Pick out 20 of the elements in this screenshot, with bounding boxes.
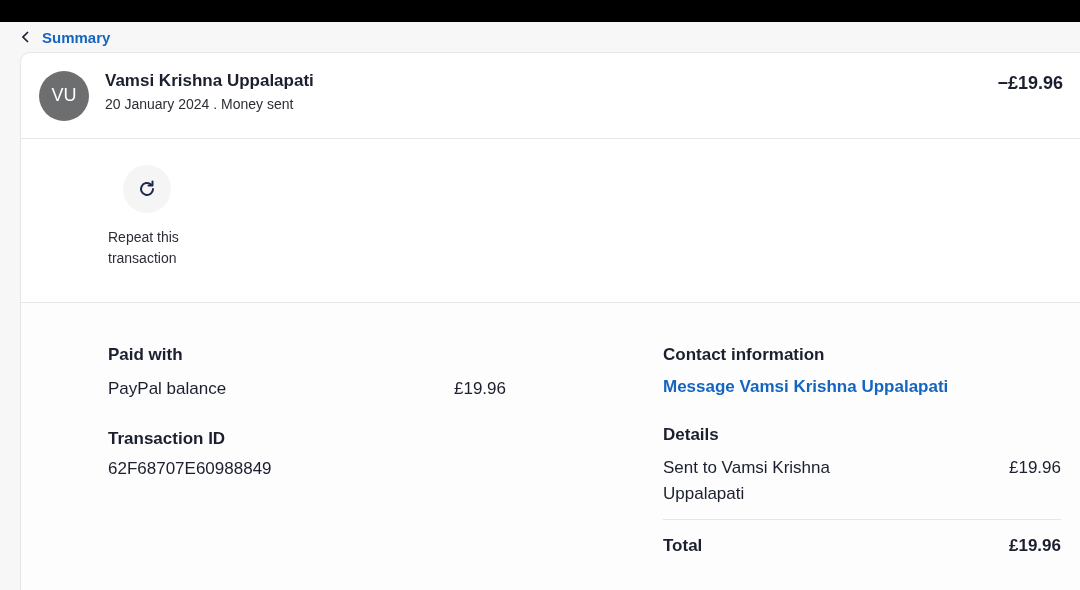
detail-amount: £19.96 (1009, 457, 1061, 479)
transaction-id: 62F68707E60988849 (108, 459, 273, 479)
total-label: Total (663, 536, 703, 556)
back-link[interactable]: Summary (22, 28, 111, 46)
transaction-subtitle: 20 January 2024 . Money sent (105, 96, 295, 112)
chevron-left-icon (22, 31, 30, 43)
detail-label: Sent to Vamsi Krishna Uppalapati (663, 457, 831, 505)
section-heading: Details (663, 425, 720, 445)
transaction-amount: −£19.96 (997, 73, 1063, 94)
message-link[interactable]: Message Vamsi Krishna Uppalapati (663, 377, 1061, 397)
repeat-transaction-button[interactable]: Repeat this transaction (108, 165, 198, 302)
refresh-icon (137, 179, 157, 199)
avatar: VU (39, 70, 89, 121)
total-amount: £19.96 (1009, 536, 1061, 556)
payment-amount: £19.96 (454, 379, 506, 399)
section-heading: Transaction ID (108, 429, 227, 449)
section-heading: Contact information (663, 345, 826, 365)
section-heading: Paid with (108, 345, 184, 365)
contact-name: Vamsi Krishna Uppalapati (105, 71, 315, 91)
payment-method: PayPal balance (108, 379, 227, 399)
